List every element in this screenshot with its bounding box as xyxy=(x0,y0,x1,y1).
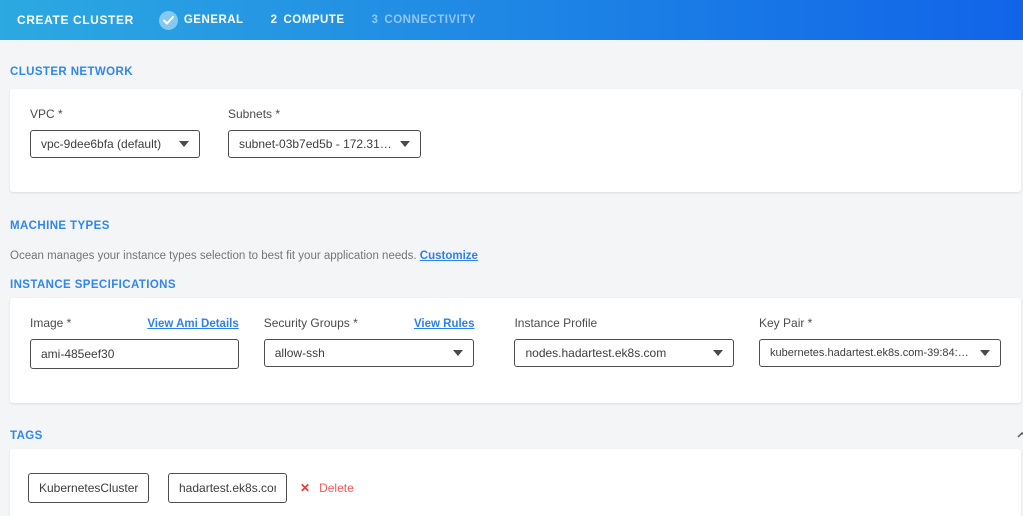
key-pair-field: Key Pair * kubernetes.hadartest.ek8s.com… xyxy=(759,316,1001,369)
tab-connectivity[interactable]: 3 CONNECTIVITY xyxy=(372,14,477,26)
chevron-down-icon xyxy=(713,350,723,356)
key-pair-select[interactable]: kubernetes.hadartest.ek8s.com-39:84:a5:9… xyxy=(759,339,1001,367)
tab-compute[interactable]: 2 COMPUTE xyxy=(271,14,345,26)
tag-value-input[interactable] xyxy=(168,473,287,503)
view-ami-details-link[interactable]: View Ami Details xyxy=(147,318,238,330)
chevron-down-icon xyxy=(400,141,410,147)
wizard-steps: GENERAL 2 COMPUTE 3 CONNECTIVITY xyxy=(159,11,503,30)
tag-row: ✕ Delete xyxy=(28,473,1001,503)
delete-tag-label: Delete xyxy=(319,481,354,495)
vpc-select-value: vpc-9dee6bfa (default) xyxy=(41,137,161,151)
image-input[interactable] xyxy=(30,339,239,369)
subnets-field: Subnets * subnet-03b7ed5b - 172.31.0.0/2… xyxy=(228,107,421,158)
key-pair-select-value: kubernetes.hadartest.ek8s.com-39:84:a5:9… xyxy=(770,347,974,359)
step-label: CONNECTIVITY xyxy=(384,14,476,26)
security-groups-select-value: allow-ssh xyxy=(275,346,325,360)
machine-types-heading: MACHINE TYPES xyxy=(10,220,1023,232)
image-label: Image * xyxy=(30,316,71,330)
image-field: Image * View Ami Details xyxy=(30,316,239,369)
step-number: 2 xyxy=(271,14,278,26)
security-groups-field: Security Groups * View Rules allow-ssh xyxy=(264,316,475,369)
vpc-select[interactable]: vpc-9dee6bfa (default) xyxy=(30,130,200,158)
machine-types-description-text: Ocean manages your instance types select… xyxy=(10,250,417,262)
security-groups-label: Security Groups * xyxy=(264,316,358,330)
step-label: GENERAL xyxy=(184,14,244,26)
instance-profile-select[interactable]: nodes.hadartest.ek8s.com xyxy=(514,339,734,367)
tags-collapse-chevron-icon[interactable] xyxy=(1017,426,1023,444)
instance-profile-field: Instance Profile nodes.hadartest.ek8s.co… xyxy=(514,316,734,369)
subnets-label: Subnets * xyxy=(228,107,421,121)
instance-specifications-heading: INSTANCE SPECIFICATIONS xyxy=(10,279,1023,291)
customize-link[interactable]: Customize xyxy=(420,250,478,262)
subnets-select-value: subnet-03b7ed5b - 172.31.0.0/20 ... xyxy=(239,137,394,151)
check-icon xyxy=(159,11,178,30)
cluster-network-heading: CLUSTER NETWORK xyxy=(10,66,1023,78)
page-title: CREATE CLUSTER xyxy=(17,13,134,27)
step-number: 3 xyxy=(372,14,379,26)
instance-profile-select-value: nodes.hadartest.ek8s.com xyxy=(525,346,666,360)
delete-tag-button[interactable]: ✕ Delete xyxy=(300,481,354,495)
vpc-label: VPC * xyxy=(30,107,200,121)
subnets-select[interactable]: subnet-03b7ed5b - 172.31.0.0/20 ... xyxy=(228,130,421,158)
machine-types-description: Ocean manages your instance types select… xyxy=(10,250,1023,262)
chevron-down-icon xyxy=(453,350,463,356)
chevron-down-icon xyxy=(179,141,189,147)
key-pair-label: Key Pair * xyxy=(759,316,1001,330)
security-groups-select[interactable]: allow-ssh xyxy=(264,339,475,367)
delete-x-icon: ✕ xyxy=(300,482,310,494)
vpc-field: VPC * vpc-9dee6bfa (default) xyxy=(30,107,200,158)
tags-heading: TAGS xyxy=(10,430,1023,442)
step-label: COMPUTE xyxy=(284,14,345,26)
wizard-header: CREATE CLUSTER GENERAL 2 COMPUTE 3 CONNE… xyxy=(0,0,1023,40)
tab-general[interactable]: GENERAL xyxy=(159,11,244,30)
view-rules-link[interactable]: View Rules xyxy=(414,318,475,330)
chevron-down-icon xyxy=(980,350,990,356)
cluster-network-card: VPC * vpc-9dee6bfa (default) Subnets * s… xyxy=(10,89,1021,192)
instance-specifications-card: Image * View Ami Details Security Groups… xyxy=(10,298,1021,403)
instance-profile-label: Instance Profile xyxy=(514,316,734,330)
tags-card: ✕ Delete xyxy=(10,449,1021,516)
tag-key-input[interactable] xyxy=(28,473,149,503)
